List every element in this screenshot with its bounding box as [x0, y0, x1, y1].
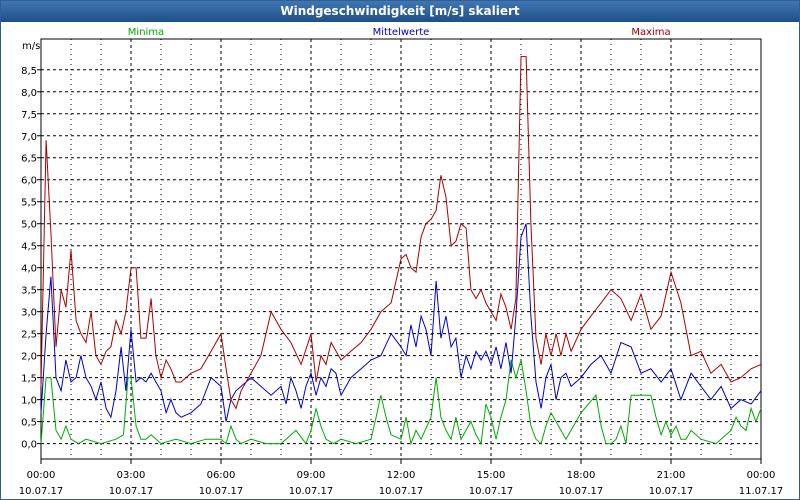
y-tick-label: 6,5: [21, 154, 37, 165]
legend-mittelwerte: Mittelwerte: [373, 27, 430, 38]
x-tick-time: 06:00: [207, 470, 236, 481]
x-tick-time: 18:00: [567, 470, 596, 481]
x-tick-time: 00:00: [27, 470, 56, 481]
x-tick-time: 03:00: [117, 470, 146, 481]
x-tick-time: 12:00: [387, 470, 416, 481]
y-tick-label: 7,0: [21, 132, 37, 143]
y-tick-label: 4,0: [21, 264, 37, 275]
y-tick-label: 8,0: [21, 88, 37, 99]
y-tick-label: 2,5: [21, 330, 37, 341]
y-tick-label: 2,0: [21, 352, 37, 363]
y-tick-label: 4,5: [21, 242, 37, 253]
x-tick-date: 10.07.17: [649, 486, 694, 497]
y-tick-label: 1,5: [21, 374, 37, 385]
y-tick-label: 0,5: [21, 418, 37, 429]
legend-maxima: Maxima: [631, 27, 670, 38]
y-tick-label: 5,0: [21, 220, 37, 231]
x-tick-time: 00:00: [747, 470, 776, 481]
y-tick-label: 3,5: [21, 286, 37, 297]
x-tick-date: 10.07.17: [109, 486, 154, 497]
y-tick-label: 7,5: [21, 110, 37, 121]
legend-minima: Minima: [128, 27, 164, 38]
x-tick-date: 10.07.17: [469, 486, 514, 497]
x-tick-date: 10.07.17: [289, 486, 334, 497]
y-tick-label: 8,5: [21, 66, 37, 77]
y-tick-label: 0,0: [21, 440, 37, 451]
x-tick-date: 10.07.17: [559, 486, 604, 497]
x-tick-date: 10.07.17: [199, 486, 244, 497]
x-tick-date: 10.07.17: [19, 486, 64, 497]
y-tick-label: 3,0: [21, 308, 37, 319]
y-tick-label: 6,0: [21, 176, 37, 187]
y-tick-label: 1,0: [21, 396, 37, 407]
y-tick-label: 5,5: [21, 198, 37, 209]
x-tick-date: 11.07.17: [739, 486, 784, 497]
x-tick-date: 10.07.17: [379, 486, 424, 497]
x-tick-time: 15:00: [477, 470, 506, 481]
chart-canvas: 0,0 0,5 1,0 1,5 2,0 2,5 3,0 3,5 4,0 4,5 5,0 5,5 6,0 6…: [19, 27, 784, 497]
y-axis-label: m/s: [22, 41, 40, 52]
x-tick-time: 21:00: [657, 470, 686, 481]
x-tick-time: 09:00: [297, 470, 326, 481]
